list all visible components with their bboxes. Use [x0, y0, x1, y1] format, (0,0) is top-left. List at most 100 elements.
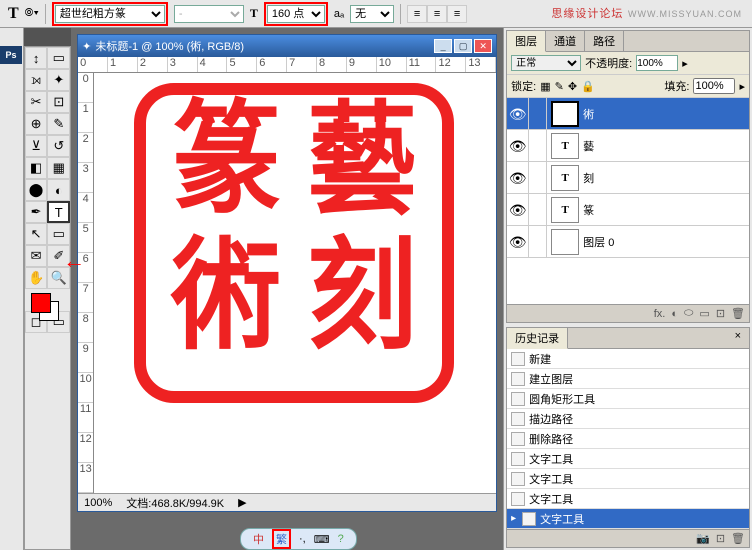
layer-row[interactable]: 👁T藝 [507, 130, 749, 162]
maximize-button[interactable]: ▢ [454, 39, 472, 53]
color-swatch[interactable] [25, 289, 70, 325]
history-brush-tool[interactable]: ↺ [47, 135, 70, 157]
font-style-select[interactable]: - [174, 5, 244, 23]
titlebar[interactable]: ✦ 未标题-1 @ 100% (術, RGB/8) _ ▢ ✕ [78, 35, 496, 57]
history-item[interactable]: 文字工具 [507, 449, 749, 469]
dodge-tool[interactable]: ◐ [47, 179, 70, 201]
fill-arrow-icon[interactable]: ▸ [739, 80, 745, 93]
history-item[interactable]: 文字工具 [507, 509, 749, 529]
new-doc-icon[interactable]: ⊡ [716, 532, 725, 545]
trash-icon[interactable]: 🗑 [731, 307, 745, 320]
new-snapshot-icon[interactable]: 📷 [696, 532, 710, 545]
notes-tool[interactable]: ✉ [25, 245, 48, 267]
history-item[interactable]: 文字工具 [507, 469, 749, 489]
move-tool[interactable]: ↕ [25, 47, 48, 69]
lock-move-icon[interactable]: ✥ [568, 80, 577, 93]
tab-paths[interactable]: 路径 [585, 31, 624, 51]
history-item[interactable]: 描边路径 [507, 409, 749, 429]
history-item[interactable]: 新建 [507, 349, 749, 369]
history-name: 文字工具 [529, 471, 573, 487]
marquee-tool[interactable]: ▭ [47, 47, 70, 69]
close-button[interactable]: ✕ [474, 39, 492, 53]
type-tool[interactable]: T [47, 201, 70, 223]
slice-tool[interactable]: ⊡ [47, 91, 70, 113]
stamp-tool[interactable]: ⊻ [25, 135, 48, 157]
history-item[interactable]: 建立图层 [507, 369, 749, 389]
hand-tool[interactable]: ✋ [25, 267, 48, 289]
visibility-icon[interactable]: 👁 [507, 98, 529, 129]
layer-row[interactable]: 👁 T術 [507, 98, 749, 130]
fx-icon[interactable]: fx. [654, 308, 666, 320]
blend-mode-select[interactable]: 正常 [511, 55, 581, 71]
new-layer-icon[interactable]: ⊡ [716, 307, 725, 320]
tab-layers[interactable]: 图层 [507, 31, 546, 52]
align-center-button[interactable]: ≡ [427, 5, 447, 23]
align-left-button[interactable]: ≡ [407, 5, 427, 23]
eraser-tool[interactable]: ◧ [25, 157, 48, 179]
crop-tool[interactable]: ✂ [25, 91, 48, 113]
font-size-select[interactable]: 160 点 [267, 5, 325, 23]
pen-tool[interactable]: ✒ [25, 201, 48, 223]
layer-row[interactable]: 👁T刻 [507, 162, 749, 194]
ime-zh[interactable]: 中 [253, 531, 264, 547]
ime-bar[interactable]: 中 繁 ·, ⌨ ? [240, 528, 357, 550]
tab-close-icon[interactable]: × [727, 328, 749, 348]
brush-tool[interactable]: ✎ [47, 113, 70, 135]
tab-channels[interactable]: 通道 [546, 31, 585, 51]
lock-all-icon[interactable]: 🔒 [581, 80, 595, 93]
heal-tool[interactable]: ⊕ [25, 113, 48, 135]
adjust-icon[interactable]: ⬭ [684, 307, 693, 320]
layer-name[interactable]: 藝 [583, 138, 594, 154]
layer-thumb [551, 229, 579, 255]
layer-name[interactable]: 刻 [583, 170, 594, 186]
status-arrow-icon[interactable]: ▶ [238, 496, 246, 509]
ime-keyboard-icon[interactable]: ⌨ [314, 533, 330, 546]
lasso-tool[interactable]: ⟕ [25, 69, 48, 91]
visibility-icon[interactable]: 👁 [507, 226, 529, 257]
opacity-arrow-icon[interactable]: ▸ [682, 57, 688, 70]
ime-fan[interactable]: 繁 [276, 534, 287, 546]
preset-icon[interactable]: ⦾▾ [25, 7, 39, 20]
history-item[interactable]: 文字工具 [507, 489, 749, 509]
layer-name[interactable]: 篆 [583, 202, 594, 218]
link-cell[interactable] [529, 98, 547, 129]
canvas[interactable]: 篆 藝 術 刻 [94, 73, 496, 493]
history-item[interactable]: 删除路径 [507, 429, 749, 449]
layer-row[interactable]: 👁T篆 [507, 194, 749, 226]
path-select-tool[interactable]: ↖ [25, 223, 48, 245]
minimize-button[interactable]: _ [434, 39, 452, 53]
visibility-icon[interactable]: 👁 [507, 130, 529, 161]
visibility-icon[interactable]: 👁 [507, 162, 529, 193]
opacity-input[interactable] [636, 55, 678, 71]
gradient-tool[interactable]: ▦ [47, 157, 70, 179]
doc-title: 未标题-1 @ 100% (術, RGB/8) [95, 38, 244, 54]
link-cell[interactable] [529, 226, 547, 257]
align-right-button[interactable]: ≡ [447, 5, 467, 23]
layer-name[interactable]: 術 [583, 106, 594, 122]
tab-history[interactable]: 历史记录 [507, 328, 568, 349]
wand-tool[interactable]: ✦ [47, 69, 70, 91]
visibility-icon[interactable]: 👁 [507, 194, 529, 225]
layer-name[interactable]: 图层 0 [583, 234, 614, 250]
history-name: 描边路径 [529, 411, 573, 427]
link-cell[interactable] [529, 162, 547, 193]
mask-icon[interactable]: ◐ [671, 308, 678, 320]
font-family-select[interactable]: 超世纪粗方篆 [55, 5, 165, 23]
layer-thumb: T [551, 101, 579, 127]
antialias-select[interactable]: 无 [350, 5, 394, 23]
layer-row[interactable]: 👁 图层 0 [507, 226, 749, 258]
fill-input[interactable] [693, 78, 735, 94]
shape-tool[interactable]: ▭ [47, 223, 70, 245]
lock-trans-icon[interactable]: ▦ [540, 80, 550, 93]
link-cell[interactable] [529, 194, 547, 225]
lock-paint-icon[interactable]: ✎ [555, 80, 564, 93]
fg-color[interactable] [31, 293, 51, 313]
trash-icon[interactable]: 🗑 [731, 532, 745, 545]
history-item[interactable]: 圆角矩形工具 [507, 389, 749, 409]
ime-help-icon[interactable]: ? [338, 533, 344, 545]
ime-punct-icon[interactable]: ·, [299, 533, 306, 545]
zoom-value[interactable]: 100% [84, 497, 112, 509]
link-cell[interactable] [529, 130, 547, 161]
folder-icon[interactable]: ▭ [699, 307, 709, 320]
blur-tool[interactable]: ⬤ [25, 179, 48, 201]
